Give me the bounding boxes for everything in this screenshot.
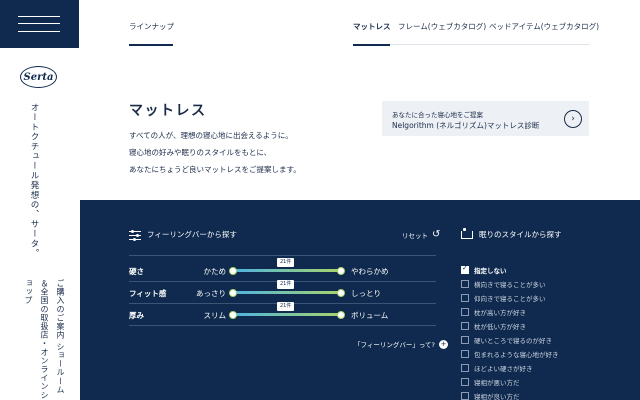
feeling-bar-help-link[interactable]: 「フィーリングバー」って? + (354, 339, 448, 349)
option-label: 横向きで寝ることが多い (474, 281, 546, 289)
reset-label: リセット (402, 232, 428, 240)
chevron-right-icon[interactable]: › (564, 110, 582, 128)
sleep-style-option[interactable]: 指定しない (461, 263, 631, 277)
sleep-style-option[interactable]: 枕が高い方が好き (461, 305, 631, 319)
intro-line: 寝心地の好みや眠りのスタイルをもとに、 (129, 148, 272, 157)
option-label: 仰向きで寝ることが多い (474, 295, 546, 303)
sleep-style-option[interactable]: 寝相が良い方だ (461, 389, 631, 400)
reset-button[interactable]: リセット ↺ (402, 229, 441, 241)
search-panel: フィーリングバーから探す リセット ↺ 硬さ かため やわらかめ 21件 フィッ… (80, 200, 640, 400)
option-label: 枕が低い方が好き (474, 323, 526, 331)
diagnosis-title: Nelgorithm (ネルゴリズム)マットレス診断 (392, 121, 540, 130)
slider-handle-max[interactable] (337, 267, 345, 275)
sleep-style-option[interactable]: 枕が低い方が好き (461, 319, 631, 333)
option-label: 指定しない (474, 267, 507, 275)
row-right-label: ボリューム (351, 311, 389, 320)
sliders-icon (129, 229, 141, 241)
top-navigation: ラインナップ マットレス フレーム(ウェブカタログ) ベッドアイテム(ウェブカタ… (80, 0, 640, 46)
sleep-style-option[interactable]: 横向きで寝ることが多い (461, 277, 631, 291)
slider-handle-max[interactable] (337, 289, 345, 297)
sleep-style-option[interactable]: 寝相が悪い方だ (461, 375, 631, 389)
diagnosis-caption: あなたに合った寝心地をご提案 (392, 111, 483, 119)
row-label: フィット感 (129, 289, 167, 298)
option-label: 包まれるような寝心地が好き (474, 351, 559, 359)
sleep-style-option[interactable]: 仰向きで寝ることが多い (461, 291, 631, 305)
option-label: 枕が高い方が好き (474, 309, 526, 317)
nelgorithm-diagnosis-card[interactable]: あなたに合った寝心地をご提案 Nelgorithm (ネルゴリズム)マットレス診… (382, 101, 589, 136)
checkbox[interactable] (461, 280, 469, 288)
store-guide-link[interactable]: ご購入のご案内 ショールーム＆全国の取扱店・オンラインショップ (20, 279, 68, 400)
slider-handle-min[interactable] (229, 267, 237, 275)
feeling-bar-heading: フィーリングバーから探す (129, 229, 237, 241)
slider-track[interactable] (233, 269, 341, 272)
result-count-badge: 21件 (277, 280, 295, 289)
page-title: マットレス (129, 103, 207, 119)
checkbox[interactable] (461, 392, 469, 400)
plus-icon: + (439, 339, 448, 349)
tab-bed-items[interactable]: ベッドアイテム(ウェブカタログ) (489, 21, 599, 32)
row-label: 硬さ (129, 267, 144, 276)
row-label: 厚み (129, 311, 144, 320)
option-label: 硬いところで寝るのが好き (474, 337, 552, 345)
slider-handle-min[interactable] (229, 311, 237, 319)
tab-frame[interactable]: フレーム(ウェブカタログ) (398, 21, 486, 32)
brand-tagline: オートクチュール発想の、サータ。 (29, 103, 39, 259)
checkbox[interactable] (461, 294, 469, 302)
sidebar: Serta オートクチュール発想の、サータ。 ご購入のご案内 ショールーム＆全国… (0, 0, 80, 400)
checkbox[interactable] (461, 378, 469, 386)
row-right-label: やわらかめ (351, 267, 389, 276)
feeling-bar-title: フィーリングバーから探す (147, 230, 237, 239)
sleep-style-option[interactable]: 包まれるような寝心地が好き (461, 347, 631, 361)
bed-icon (461, 227, 473, 239)
nav-lineup[interactable]: ラインナップ (129, 21, 174, 32)
sleep-style-option[interactable]: 硬いところで寝るのが好き (461, 333, 631, 347)
slider-track[interactable] (233, 291, 341, 294)
checkbox[interactable] (461, 364, 469, 372)
row-right-label: しっとり (351, 289, 381, 298)
checkbox[interactable] (461, 350, 469, 358)
slider-handle-max[interactable] (337, 311, 345, 319)
sleep-style-title: 眠りのスタイルから探す (479, 230, 562, 239)
hamburger-menu-button[interactable] (0, 0, 79, 48)
slider-track[interactable] (233, 313, 341, 316)
option-label: ほどよい硬さが好き (474, 365, 533, 373)
sleep-style-heading: 眠りのスタイルから探す (461, 227, 562, 240)
intro-line: あなたにちょうど良いマットレスをご提案します。 (129, 165, 301, 174)
row-left-label: かため (203, 267, 227, 276)
option-label: 寝相が悪い方だ (474, 379, 520, 387)
intro-text: すべての人が、理想の寝心地に出会えるように。 寝心地の好みや眠りのスタイルをもと… (129, 127, 301, 178)
result-count-badge: 21件 (277, 302, 295, 311)
checkbox[interactable] (461, 322, 469, 330)
checkbox[interactable] (461, 308, 469, 316)
tab-mattress[interactable]: マットレス (353, 21, 391, 32)
sleep-style-option[interactable]: ほどよい硬さが好き (461, 361, 631, 375)
intro-line: すべての人が、理想の寝心地に出会えるように。 (129, 131, 293, 140)
row-left-label: スリム (203, 311, 227, 320)
slider-handle-min[interactable] (229, 289, 237, 297)
feeling-row-thickness: 厚み スリム ボリューム 21件 (129, 302, 436, 326)
help-label: 「フィーリングバー」って? (354, 341, 435, 349)
nav-active-underline (353, 44, 390, 46)
sleep-style-list: 指定しない 横向きで寝ることが多い 仰向きで寝ることが多い 枕が高い方が好き 枕… (461, 263, 631, 400)
checkbox[interactable] (461, 264, 469, 274)
checkbox[interactable] (461, 336, 469, 344)
row-left-label: あっさり (196, 289, 226, 298)
feeling-row-firmness: 硬さ かため やわらかめ 21件 (129, 255, 436, 282)
feeling-row-fit: フィット感 あっさり しっとり 21件 (129, 280, 436, 304)
option-label: 寝相が良い方だ (474, 393, 520, 400)
reset-icon: ↺ (432, 229, 441, 240)
serta-logo[interactable]: Serta (20, 66, 57, 88)
nav-lineup-underline (129, 44, 173, 46)
result-count-badge: 21件 (277, 258, 295, 267)
